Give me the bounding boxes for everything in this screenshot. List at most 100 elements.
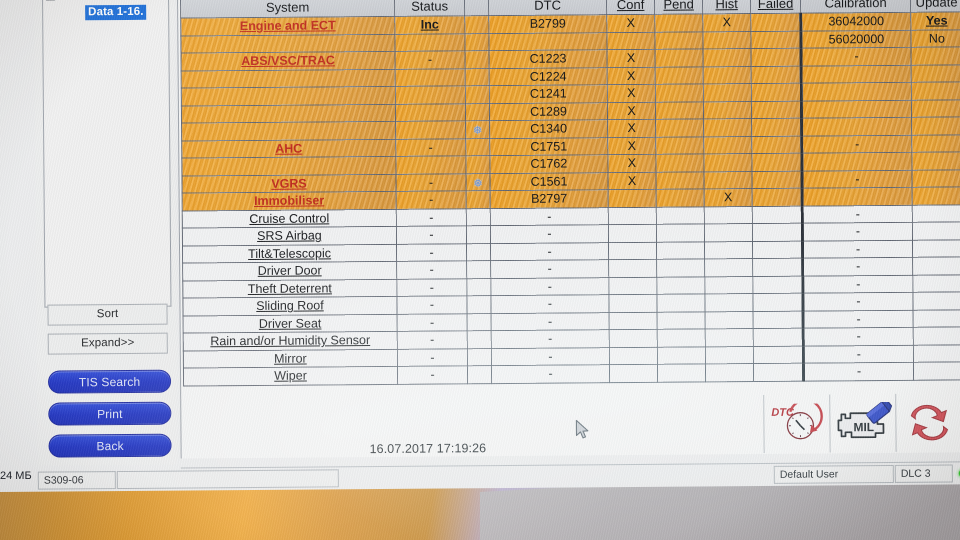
cell-system[interactable]: Driver Seat: [183, 313, 398, 334]
cell-cal: -: [802, 239, 913, 259]
cell-hist: [702, 31, 751, 49]
cell-system[interactable]: ABS/VSC/TRAC: [180, 51, 396, 71]
cell-cal: [801, 152, 912, 171]
col-header-update[interactable]: Update: [910, 0, 960, 13]
curr-conf-line2: Conf: [616, 0, 645, 13]
tree-root-row[interactable]: Health Check: [43, 0, 168, 4]
cell-pend: [655, 136, 704, 155]
cell-dtc[interactable]: C1561: [489, 172, 609, 191]
dtc-table-body: Engine and ECT Inc B2799 X X 36042000 Yes 56020…: [180, 11, 960, 386]
cell-curr: X: [607, 154, 656, 173]
col-header-hist[interactable]: Hist: [702, 0, 751, 14]
sort-button[interactable]: Sort: [47, 303, 168, 326]
cell-curr: X: [607, 66, 656, 85]
cell-curr: [608, 224, 657, 243]
cell-tf: [751, 100, 802, 119]
cell-system[interactable]: Wiper: [183, 366, 398, 386]
cell-dtc[interactable]: B2799: [488, 14, 607, 34]
cell-freeze-frame: [466, 208, 491, 226]
dtc-clock-button[interactable]: DTC: [763, 394, 830, 453]
sidebar: Health Check Data 1-16. Sort Expand>> TI…: [33, 0, 178, 466]
cell-dtc[interactable]: C1224: [489, 67, 608, 86]
cell-cal: [802, 187, 913, 206]
mouse-cursor: [575, 419, 589, 439]
cell-system[interactable]: Driver Door: [182, 261, 397, 281]
cell-freeze-frame: [466, 295, 492, 314]
cell-tf: [752, 275, 803, 294]
col-header-monitor-status[interactable]: Monitor Status: [394, 0, 465, 17]
cell-dtc[interactable]: C1241: [489, 84, 608, 104]
snowflake-icon[interactable]: ❅: [473, 176, 483, 190]
cell-dtc: -: [491, 312, 610, 331]
cell-system: [180, 33, 395, 54]
col-header-calibration[interactable]: Calibration: [800, 0, 911, 14]
cell-hist: [704, 258, 753, 277]
col-header-system[interactable]: System: [180, 0, 395, 19]
cell-system[interactable]: Sliding Roof: [182, 296, 398, 316]
cell-upd: [912, 186, 960, 205]
cell-upd: [912, 274, 960, 293]
cell-dtc[interactable]: C1223: [488, 49, 608, 69]
cell-upd: [913, 344, 960, 363]
expand-button[interactable]: Expand>>: [47, 332, 168, 355]
cell-cal: -: [800, 47, 912, 66]
col-header-curr-conf[interactable]: Curr Conf: [606, 0, 655, 15]
cell-curr: [608, 294, 658, 313]
cell-pend: [657, 311, 706, 330]
cell-upd: [912, 291, 960, 310]
engine-mil-button[interactable]: MIL: [829, 393, 896, 453]
report-timestamp: 16.07.2017 17:19:26: [369, 441, 487, 457]
cell-dtc[interactable]: C1762: [489, 154, 608, 174]
cell-freeze-frame[interactable]: ❅: [465, 120, 490, 139]
cell-system[interactable]: Rain and/or Humidity Sensor: [183, 331, 398, 351]
cell-upd[interactable]: Yes: [910, 11, 960, 30]
cell-system[interactable]: Theft Deterrent: [182, 278, 397, 299]
photographed-screen: Health Check Data 1-16. Sort Expand>> TI…: [0, 0, 960, 540]
cell-dtc: -: [490, 224, 609, 244]
cell-tf: [751, 170, 803, 189]
cell-system: [181, 103, 396, 124]
snowflake-icon[interactable]: ❅: [473, 123, 483, 137]
refresh-button[interactable]: [895, 393, 960, 452]
cell-system[interactable]: Engine and ECT: [180, 16, 395, 36]
refresh-arrows-icon: [910, 404, 948, 441]
cell-tf: [753, 345, 804, 364]
cell-system[interactable]: Tilt&Telescopic: [182, 243, 397, 264]
cell-curr: X: [607, 136, 656, 155]
cell-tf: [751, 153, 802, 172]
col-header-pend[interactable]: Pend: [654, 0, 703, 15]
cell-system[interactable]: AHC: [181, 138, 396, 159]
back-button[interactable]: Back: [48, 433, 172, 458]
tree-item-data-range[interactable]: Data 1-16.: [85, 4, 147, 21]
cell-upd: [910, 46, 960, 65]
cell-system[interactable]: Cruise Control: [182, 208, 397, 229]
print-button[interactable]: Print: [48, 401, 172, 426]
col-header-dtc[interactable]: DTC: [488, 0, 607, 16]
cell-cal: -: [803, 362, 914, 381]
cell-curr: X: [607, 84, 656, 103]
cell-dtc[interactable]: C1340: [489, 119, 608, 139]
cell-curr: [608, 276, 657, 295]
tis-search-button[interactable]: TIS Search: [47, 369, 172, 394]
cell-tf: [753, 363, 804, 382]
cell-freeze-frame[interactable]: ❅: [465, 173, 491, 191]
col-header-test-failed[interactable]: Test Failed: [750, 0, 801, 14]
health-check-tree[interactable]: Health Check Data 1-16.: [41, 0, 172, 308]
cell-dtc[interactable]: C1289: [489, 102, 608, 121]
cell-monitor: -: [397, 348, 468, 367]
cell-system[interactable]: SRS Airbag: [182, 226, 397, 246]
cell-monitor: [395, 103, 466, 122]
test-failed-line2: Failed: [757, 0, 794, 12]
cell-curr: [608, 259, 657, 278]
cell-system[interactable]: Immobiliser: [182, 191, 397, 211]
cell-dtc[interactable]: C1751: [489, 137, 608, 156]
cell-monitor[interactable]: Inc: [394, 15, 465, 34]
cell-system[interactable]: Mirror: [183, 348, 398, 369]
cell-dtc: -: [490, 242, 609, 261]
cell-tf: [752, 205, 803, 224]
status-spacer: [340, 466, 773, 487]
software-window: Health Check Data 1-16. Sort Expand>> TI…: [0, 0, 960, 492]
cell-hist: [704, 241, 753, 259]
cell-dtc[interactable]: B2797: [490, 189, 609, 209]
cell-system[interactable]: VGRS: [181, 173, 397, 194]
